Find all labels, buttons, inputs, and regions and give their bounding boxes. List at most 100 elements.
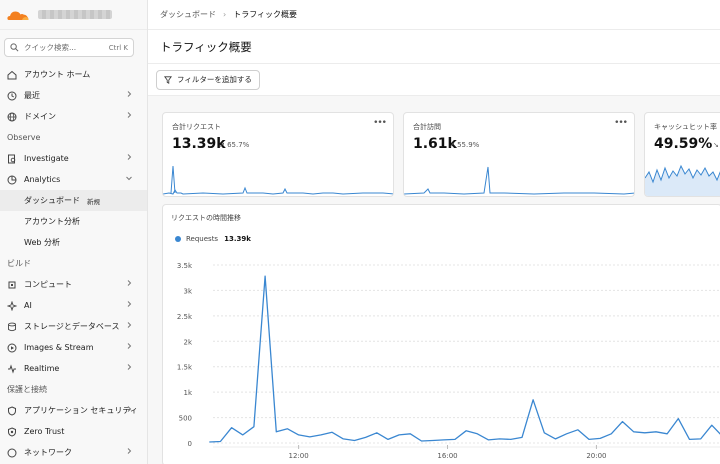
data-point[interactable] xyxy=(632,430,635,433)
data-point[interactable] xyxy=(264,275,267,278)
line-chart[interactable]: 0 500 1k 1.5k 2k 2.5k 3k 3.5k 12:00 16:00 20:00 xyxy=(163,205,720,464)
metric-card-requests[interactable]: 合計リクエスト ••• 13.39k ↗ 65.7% xyxy=(162,112,394,197)
title-bar: トラフィック概要 xyxy=(148,30,720,64)
data-point[interactable] xyxy=(431,439,434,442)
sidebar-item-ai[interactable]: AI xyxy=(0,295,147,316)
data-point[interactable] xyxy=(532,398,535,401)
data-point[interactable] xyxy=(476,432,479,435)
metric-card-visits[interactable]: 合計訪問 ••• 1.61k ↗ 55.9% xyxy=(403,112,635,197)
data-point[interactable] xyxy=(543,431,546,434)
data-point[interactable] xyxy=(286,427,289,430)
sidebar-item-dashboard[interactable]: ダッシュボード 新規 xyxy=(0,190,147,211)
sidebar-item-investigate[interactable]: Investigate xyxy=(0,148,147,169)
data-point[interactable] xyxy=(386,438,389,441)
chart-icon xyxy=(7,175,17,185)
metric-card-cache-hit[interactable]: キャッシュヒット率 49.59% ↘ xyxy=(644,112,720,197)
data-point[interactable] xyxy=(241,433,244,436)
data-point[interactable] xyxy=(453,438,456,441)
data-point[interactable] xyxy=(308,435,311,438)
data-point[interactable] xyxy=(342,437,345,440)
sidebar-nav: アカウント ホーム 最近ドメイン Observe Investigate Analyti… xyxy=(0,64,147,463)
sidebar-item-storage-databases[interactable]: ストレージとデータベース xyxy=(0,316,147,337)
data-point[interactable] xyxy=(252,425,255,428)
account-name[interactable] xyxy=(38,10,112,19)
data-point[interactable] xyxy=(297,433,300,436)
chevron-right-icon xyxy=(127,343,132,349)
sidebar-item-network[interactable]: ネットワーク xyxy=(0,442,147,463)
more-options-icon[interactable]: ••• xyxy=(373,118,387,128)
y-tick-label: 3.5k xyxy=(177,262,193,270)
data-point[interactable] xyxy=(654,430,657,433)
data-point[interactable] xyxy=(487,438,490,441)
data-point[interactable] xyxy=(498,437,501,440)
data-point[interactable] xyxy=(409,432,412,435)
data-point[interactable] xyxy=(353,439,356,442)
sidebar-item-analytics[interactable]: Analytics xyxy=(0,169,147,190)
sidebar: クイック検索... Ctrl K アカウント ホーム 最近ドメイン Observe I… xyxy=(0,0,148,464)
data-point[interactable] xyxy=(364,436,367,439)
breadcrumb-parent[interactable]: ダッシュボード xyxy=(160,9,216,20)
data-point[interactable] xyxy=(331,431,334,434)
data-point[interactable] xyxy=(442,438,445,441)
clock-icon xyxy=(7,91,17,101)
search-shortcut: Ctrl K xyxy=(108,43,128,52)
chevron-right-icon xyxy=(127,364,132,370)
data-point[interactable] xyxy=(275,430,278,433)
chevron-right-icon xyxy=(127,448,132,454)
network-icon xyxy=(7,448,17,458)
data-point[interactable] xyxy=(219,440,222,443)
data-point[interactable] xyxy=(599,437,602,440)
sidebar-item-label: AI xyxy=(24,301,32,310)
data-point[interactable] xyxy=(699,437,702,440)
sidebar-item-label: 最近 xyxy=(24,91,40,100)
sidebar-item-account-analytics[interactable]: アカウント分析 xyxy=(0,211,147,232)
more-options-icon[interactable]: ••• xyxy=(614,118,628,128)
data-point[interactable] xyxy=(677,417,680,420)
trend-down-icon: ↘ xyxy=(713,141,719,149)
sidebar-item-images-stream[interactable]: Images & Stream xyxy=(0,337,147,358)
sidebar-item-label: Web 分析 xyxy=(24,238,60,247)
data-point[interactable] xyxy=(230,426,233,429)
sidebar-section-observe: Observe xyxy=(7,133,41,142)
sidebar-item-zero-trust[interactable]: Zero Trust xyxy=(0,421,147,442)
data-point[interactable] xyxy=(420,439,423,442)
data-point[interactable] xyxy=(587,438,590,441)
add-filter-button[interactable]: フィルターを追加する xyxy=(156,69,260,90)
data-point[interactable] xyxy=(509,438,512,441)
data-point[interactable] xyxy=(565,432,568,435)
data-point[interactable] xyxy=(520,436,523,439)
search-input[interactable]: クイック検索... Ctrl K xyxy=(4,38,134,57)
sidebar-item-domains[interactable]: ドメイン xyxy=(0,106,147,127)
metric-change: ↗ 65.7% xyxy=(219,141,250,149)
data-point[interactable] xyxy=(621,420,624,423)
data-point[interactable] xyxy=(666,432,669,435)
trend-up-icon: ↗ xyxy=(219,141,228,149)
y-tick-label: 500 xyxy=(179,415,192,423)
data-point[interactable] xyxy=(610,432,613,435)
data-point[interactable] xyxy=(643,431,646,434)
sidebar-item-recent[interactable]: 最近 xyxy=(0,85,147,106)
data-point[interactable] xyxy=(375,431,378,434)
breadcrumb-separator-icon: › xyxy=(223,10,227,19)
x-tick-label: 12:00 xyxy=(289,452,309,460)
cloudflare-logo-icon[interactable] xyxy=(6,8,30,22)
sidebar-item-application-security[interactable]: アプリケーション セキュリティ xyxy=(0,400,147,421)
sidebar-item-account-home[interactable]: アカウント ホーム xyxy=(0,64,147,85)
sidebar-item-label: アプリケーション セキュリティ xyxy=(24,406,138,415)
sidebar-item-compute[interactable]: コンピュート xyxy=(0,274,147,295)
sidebar-item-realtime[interactable]: Realtime xyxy=(0,358,147,379)
sidebar-item-label: Realtime xyxy=(24,364,60,373)
data-point[interactable] xyxy=(398,433,401,436)
data-point[interactable] xyxy=(710,424,713,427)
data-point[interactable] xyxy=(465,429,468,432)
sidebar-item-label: アカウント ホーム xyxy=(24,70,91,79)
sidebar-item-web-analytics[interactable]: Web 分析 xyxy=(0,232,147,253)
data-point[interactable] xyxy=(554,437,557,440)
data-point[interactable] xyxy=(319,433,322,436)
data-point[interactable] xyxy=(688,438,691,441)
y-tick-label: 1k xyxy=(183,389,192,397)
y-tick-label: 1.5k xyxy=(177,364,193,372)
data-point[interactable] xyxy=(576,428,579,431)
metric-label: 合計訪問 xyxy=(413,123,441,131)
data-point[interactable] xyxy=(208,440,211,443)
